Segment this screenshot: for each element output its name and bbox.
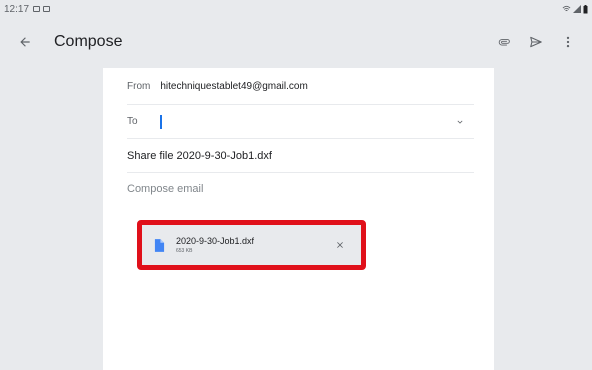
to-input[interactable] xyxy=(159,114,162,129)
to-label: To xyxy=(127,116,138,127)
from-label: From xyxy=(127,80,151,92)
attachment-meta: 2020-9-30-Job1.dxf 653 KB xyxy=(176,236,254,254)
status-right-icons xyxy=(562,4,588,14)
attachment-chip[interactable]: 2020-9-30-Job1.dxf 653 KB xyxy=(142,225,361,265)
page-title: Compose xyxy=(54,33,123,50)
send-icon xyxy=(530,36,542,48)
attach-icon xyxy=(498,39,510,46)
signal-icon xyxy=(573,5,581,13)
from-row[interactable]: From hitechniquestablet49@gmail.com xyxy=(127,68,474,105)
wifi-icon xyxy=(562,5,571,12)
attachment-name: 2020-9-30-Job1.dxf xyxy=(176,236,255,246)
body-input[interactable]: Compose email xyxy=(127,183,203,195)
more-options-button[interactable] xyxy=(558,32,578,52)
more-vert-icon xyxy=(566,36,570,48)
to-row: To xyxy=(127,105,474,139)
back-button[interactable] xyxy=(14,31,36,53)
compose-card: From hitechniquestablet49@gmail.com To S… xyxy=(103,68,494,370)
status-bar: 12:17 xyxy=(0,0,592,18)
file-icon xyxy=(154,238,164,252)
from-value: hitechniquestablet49@gmail.com xyxy=(160,80,308,92)
image-icon xyxy=(33,6,41,12)
app-bar-actions xyxy=(494,32,578,52)
subject-field[interactable]: Share file 2020-9-30-Job1.dxf xyxy=(127,150,272,162)
close-icon xyxy=(337,242,343,248)
chevron-down-icon xyxy=(457,120,463,124)
attachment-file-icon xyxy=(151,237,167,253)
status-time: 12:17 xyxy=(4,3,30,15)
arrow-back-icon xyxy=(20,37,30,47)
remove-attachment-button[interactable] xyxy=(333,238,347,252)
attachment-size: 653 KB xyxy=(176,248,193,254)
attach-button[interactable] xyxy=(494,32,514,52)
app-bar: Compose xyxy=(0,18,592,66)
expand-recipients-button[interactable] xyxy=(454,116,466,128)
battery-icon xyxy=(583,4,588,13)
send-button[interactable] xyxy=(526,32,546,52)
subject-row[interactable]: Share file 2020-9-30-Job1.dxf xyxy=(127,139,474,173)
photo-icon xyxy=(43,6,51,12)
status-left-icons xyxy=(33,6,51,12)
